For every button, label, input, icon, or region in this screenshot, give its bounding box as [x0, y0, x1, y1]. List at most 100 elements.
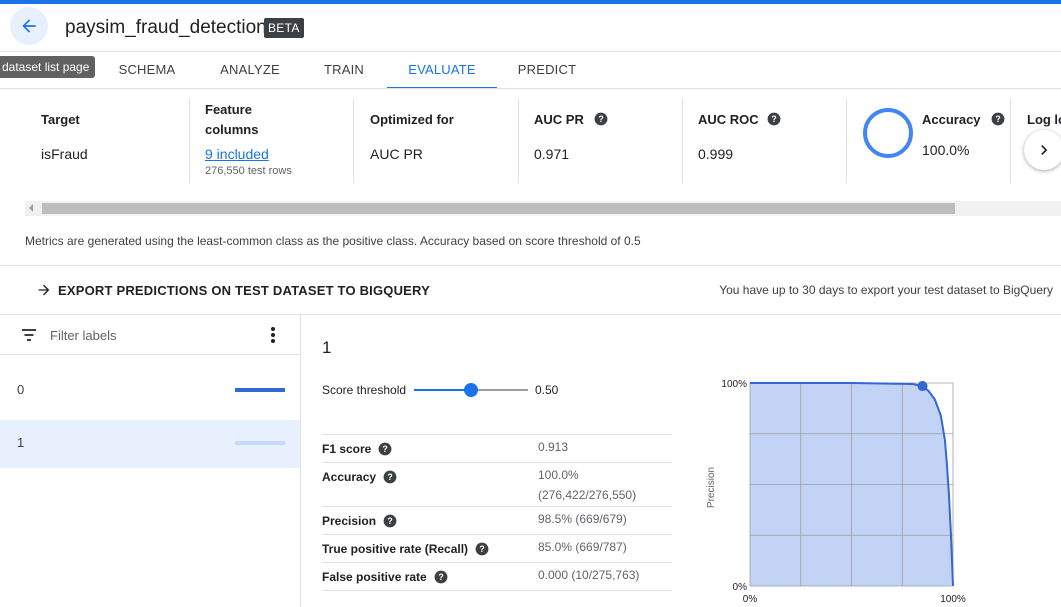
- section-divider: [0, 265, 1061, 266]
- export-predictions-button[interactable]: EXPORT PREDICTIONS ON TEST DATASET TO BI…: [36, 280, 430, 300]
- more-vert-icon[interactable]: [268, 326, 278, 344]
- metric-optimized-label: Optimized for: [370, 112, 454, 127]
- filter-row: [0, 315, 300, 355]
- labels-panel: 0 1: [0, 315, 301, 607]
- slider-thumb[interactable]: [464, 383, 478, 397]
- stat-row-accuracy: Accuracy ? 100.0% (276,422/276,550): [322, 462, 672, 506]
- help-icon[interactable]: ?: [991, 112, 1005, 126]
- label-color-bar: [235, 388, 285, 392]
- help-icon[interactable]: ?: [434, 570, 448, 584]
- metric-accuracy-label: Accuracy: [922, 112, 981, 127]
- tab-schema[interactable]: SCHEMA: [104, 52, 190, 89]
- stat-value-detail: (276,422/276,550): [538, 488, 637, 502]
- tab-predict[interactable]: PREDICT: [506, 52, 588, 89]
- score-threshold-value: 0.50: [535, 383, 559, 397]
- x-tick-label: 100%: [940, 594, 966, 605]
- scroll-left-arrow-icon[interactable]: [29, 204, 33, 212]
- metric-log-loss-label: Log lo: [1027, 112, 1061, 127]
- stat-value: 0.913: [538, 440, 569, 454]
- metric-target-value: isFraud: [41, 146, 88, 162]
- svg-text:?: ?: [383, 444, 388, 454]
- tab-train[interactable]: TRAIN: [310, 52, 378, 89]
- y-axis-label: Precision: [706, 467, 717, 508]
- back-button[interactable]: [10, 7, 48, 45]
- tab-bar: SCHEMA ANALYZE TRAIN EVALUATE PREDICT: [0, 52, 1061, 89]
- export-predictions-label: EXPORT PREDICTIONS ON TEST DATASET TO BI…: [58, 282, 431, 298]
- metric-auc-pr-label: AUC PR: [534, 112, 584, 127]
- svg-text:?: ?: [479, 544, 484, 554]
- stat-row-recall: True positive rate (Recall) ? 85.0% (669…: [322, 534, 672, 562]
- stat-label-text: Accuracy: [322, 470, 377, 484]
- stat-label: False positive rate ?: [322, 570, 448, 584]
- export-note: You have up to 30 days to export your te…: [719, 283, 1053, 297]
- metric-accuracy-value: 100.0%: [922, 142, 970, 158]
- metric-auc-pr-value: 0.971: [534, 146, 570, 162]
- label-item-0[interactable]: 0: [0, 367, 300, 415]
- metric-separator: [1010, 99, 1011, 183]
- precision-recall-chart: 100% 0%0% 100% Precision: [706, 379, 966, 605]
- slider-track: [471, 389, 528, 391]
- metric-separator: [682, 99, 683, 183]
- svg-text:?: ?: [995, 114, 1000, 124]
- metric-features-label-line1: Feature: [205, 102, 252, 117]
- score-threshold-slider[interactable]: [414, 380, 528, 400]
- filter-labels-input[interactable]: [50, 326, 250, 344]
- chevron-right-icon: [1041, 145, 1048, 155]
- score-threshold-label: Score threshold: [322, 383, 407, 397]
- scroll-right-button[interactable]: [1024, 130, 1061, 170]
- stat-label-text: False positive rate: [322, 570, 427, 584]
- tab-evaluate[interactable]: EVALUATE: [387, 52, 497, 89]
- metric-auc-roc-value: 0.999: [698, 146, 734, 162]
- label-color-bar: [235, 441, 285, 445]
- tab-analyze[interactable]: ANALYZE: [206, 52, 294, 89]
- accuracy-ring-chart: [863, 108, 913, 158]
- detail-title: 1: [322, 338, 332, 357]
- svg-text:?: ?: [771, 114, 776, 124]
- beta-badge: BETA: [264, 18, 304, 38]
- page-title: paysim_fraud_detection: [65, 17, 267, 38]
- y-tick-label: 100%: [721, 379, 747, 390]
- metric-target-label: Target: [41, 112, 80, 127]
- tabs-divider: [0, 88, 1061, 89]
- help-icon[interactable]: ?: [378, 442, 392, 456]
- stat-label: True positive rate (Recall) ?: [322, 542, 489, 556]
- metric-separator: [189, 99, 190, 183]
- metrics-horizontal-scrollbar[interactable]: [25, 201, 1061, 216]
- stat-value: 0.000 (10/275,763): [538, 568, 640, 582]
- help-icon[interactable]: ?: [383, 514, 397, 528]
- stat-label: Accuracy ?: [322, 470, 397, 484]
- slider-fill: [414, 389, 471, 391]
- label-item-name: 1: [17, 435, 25, 450]
- stat-value: 100.0%: [538, 468, 579, 482]
- metric-optimized-value: AUC PR: [370, 146, 423, 162]
- metrics-note: Metrics are generated using the least-co…: [25, 234, 641, 248]
- test-rows-count: 276,550 test rows: [205, 165, 292, 177]
- back-tooltip: dataset list page: [0, 56, 96, 78]
- stat-label-text: True positive rate (Recall): [322, 542, 469, 556]
- metric-separator: [518, 99, 519, 183]
- label-item-1[interactable]: 1: [0, 420, 300, 468]
- svg-text:?: ?: [598, 114, 603, 124]
- help-icon[interactable]: ?: [767, 112, 781, 126]
- threshold-marker: [917, 381, 928, 392]
- metric-features-label-line2: columns: [205, 122, 259, 137]
- metric-separator: [846, 99, 847, 183]
- y-tick-label: 0%: [733, 582, 748, 593]
- feature-columns-link[interactable]: 9 included: [205, 146, 269, 162]
- arrow-forward-icon: [38, 284, 50, 296]
- help-icon[interactable]: ?: [594, 112, 608, 126]
- metric-separator: [353, 99, 354, 183]
- stat-label-text: F1 score: [322, 442, 372, 456]
- stat-value: 85.0% (669/787): [538, 540, 627, 554]
- x-tick-label: 0%: [743, 594, 758, 605]
- filter-list-icon: [22, 329, 36, 341]
- stat-label: F1 score ?: [322, 442, 392, 456]
- top-accent-bar: [0, 0, 1061, 4]
- stat-row-fpr: False positive rate ? 0.000 (10/275,763): [322, 562, 672, 591]
- svg-text:?: ?: [387, 516, 392, 526]
- stat-value: 98.5% (669/679): [538, 512, 627, 526]
- help-icon[interactable]: ?: [475, 542, 489, 556]
- help-icon[interactable]: ?: [383, 470, 397, 484]
- stat-row-precision: Precision ? 98.5% (669/679): [322, 506, 672, 534]
- scrollbar-thumb[interactable]: [42, 203, 955, 214]
